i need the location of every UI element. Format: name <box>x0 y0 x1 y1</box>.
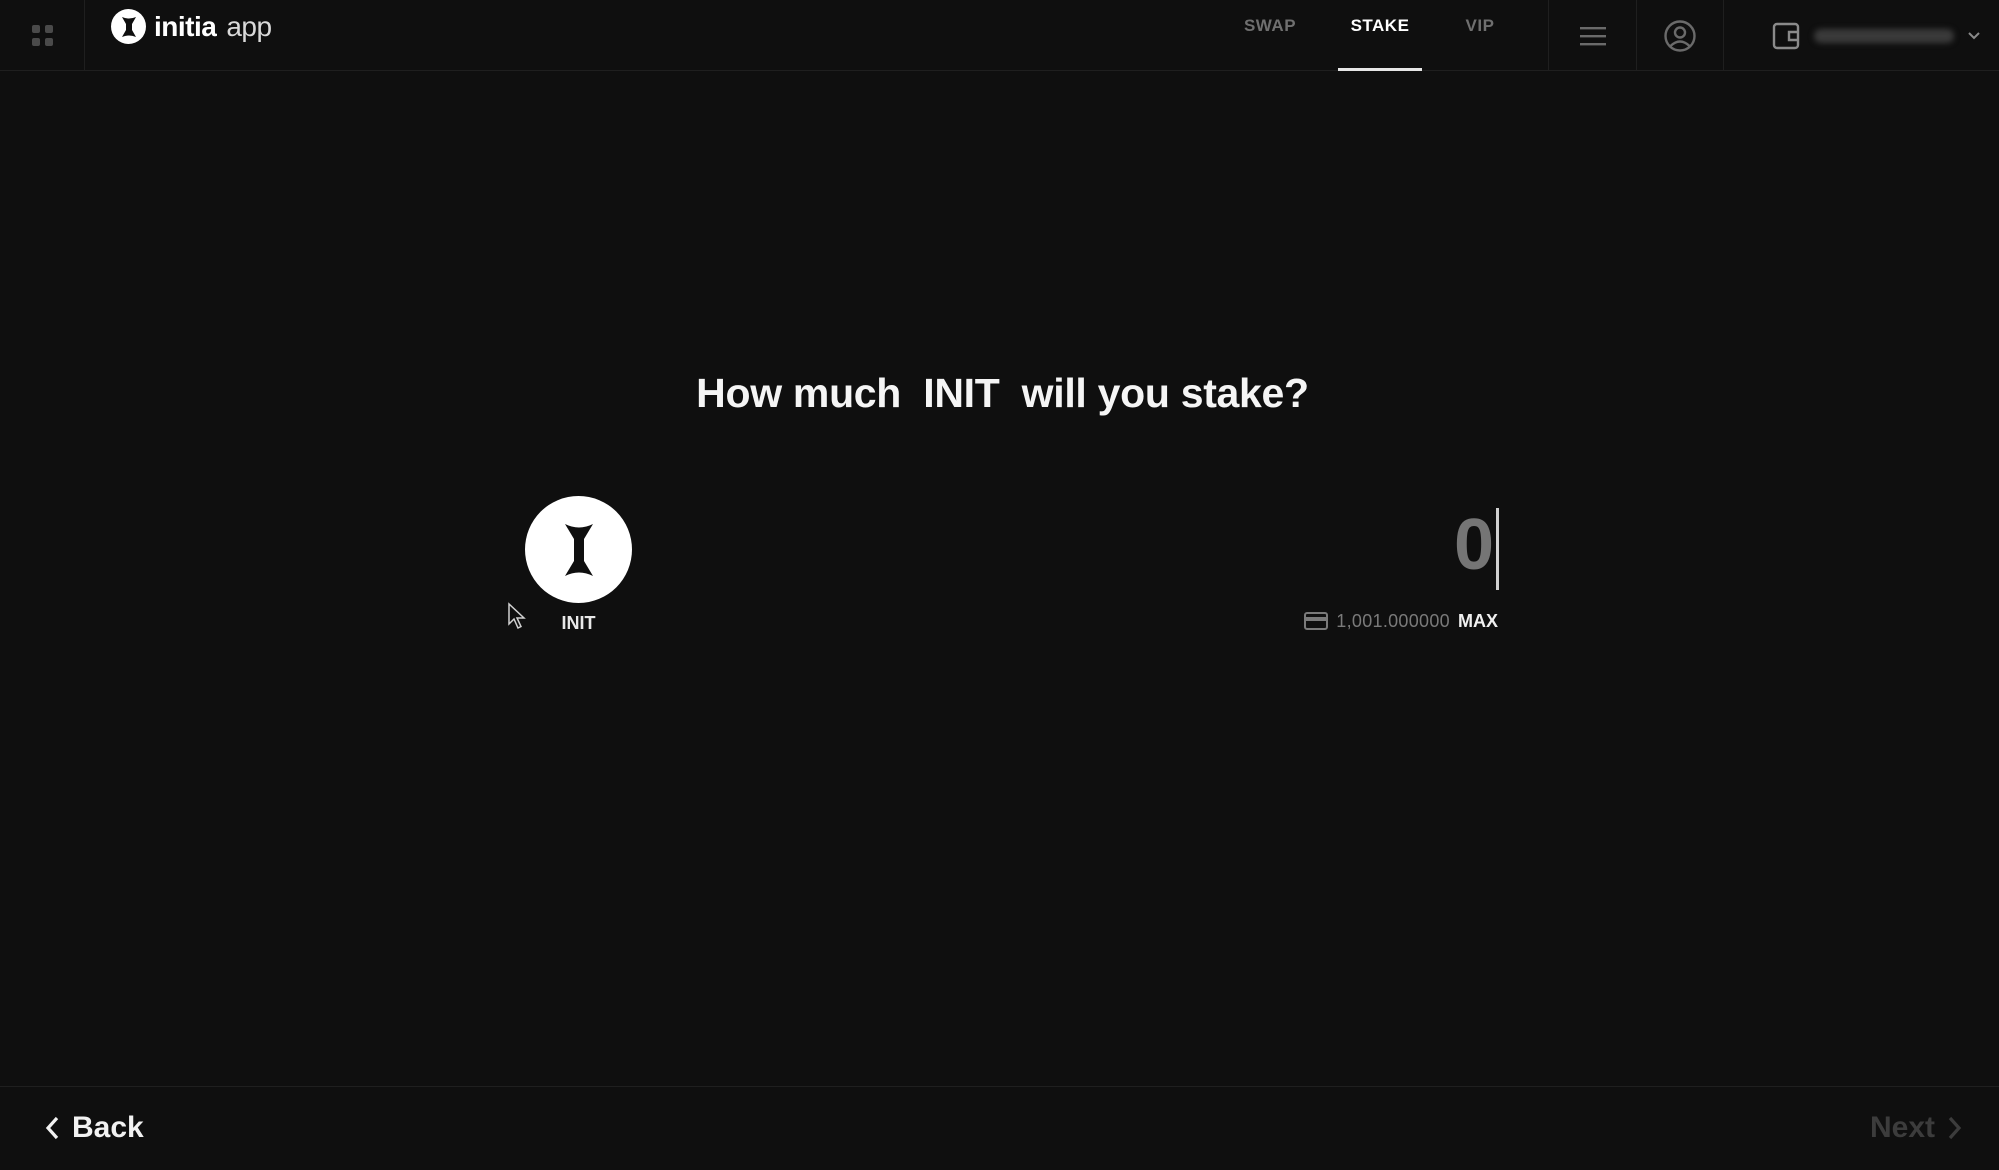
init-token-icon[interactable] <box>525 496 632 603</box>
wallet-address <box>1814 28 1954 43</box>
nav-tab-swap[interactable]: SWAP <box>1215 0 1325 71</box>
wallet-button[interactable] <box>1724 0 1999 71</box>
profile-button[interactable] <box>1636 0 1724 71</box>
hamburger-menu-icon <box>1579 26 1606 45</box>
top-nav-bar: initia app SWAP STAKE VIP <box>0 0 1999 71</box>
brand-logo-link[interactable]: initia app <box>85 0 272 53</box>
nav-tab-vip[interactable]: VIP <box>1435 0 1525 71</box>
max-button[interactable]: MAX <box>1458 611 1498 632</box>
chevron-down-icon <box>1968 31 1980 39</box>
next-button[interactable]: Next <box>1870 1111 1963 1145</box>
text-caret <box>1496 508 1499 590</box>
brand-suffix: app <box>226 10 272 42</box>
token-symbol: INIT <box>561 613 596 633</box>
wallet-icon <box>1772 22 1800 49</box>
initia-logo-icon <box>111 9 146 44</box>
chevron-left-icon <box>45 1116 59 1140</box>
brand-name: initia <box>154 10 217 42</box>
apps-launcher-button[interactable] <box>0 0 85 71</box>
next-label: Next <box>1869 1111 1935 1144</box>
back-button[interactable]: Back <box>44 1111 144 1145</box>
stake-amount-input[interactable] <box>1200 505 1494 585</box>
main-nav: SWAP STAKE VIP <box>1215 0 1525 71</box>
user-profile-icon <box>1664 19 1696 52</box>
available-balance: 1,001.000000 <box>1336 610 1450 631</box>
mouse-cursor-icon <box>508 602 526 630</box>
menu-button[interactable] <box>1548 0 1636 71</box>
chevron-right-icon <box>1948 1116 1962 1140</box>
stake-question-heading: How much INIT will you stake? <box>696 370 1309 416</box>
balance-row: 1,001.000000 MAX <box>1266 608 1498 634</box>
nav-tab-stake[interactable]: STAKE <box>1325 0 1435 71</box>
wallet-balance-icon <box>1304 612 1329 630</box>
back-label: Back <box>72 1111 144 1144</box>
grid-icon <box>31 25 53 46</box>
footer-bar: Back Next <box>0 1086 1999 1170</box>
